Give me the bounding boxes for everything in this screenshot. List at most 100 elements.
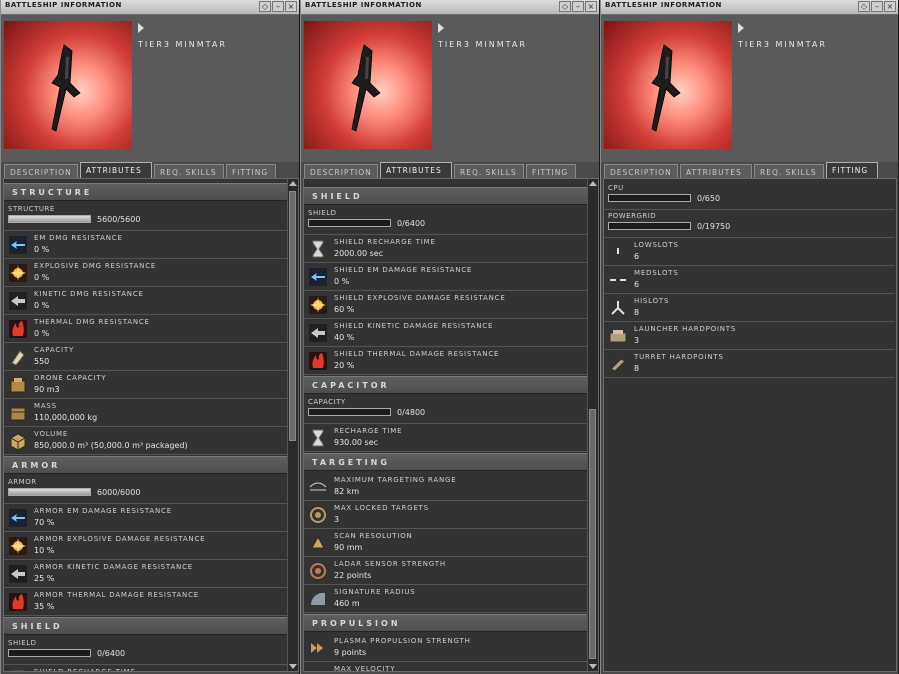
armor-label: ARMOR [8,478,37,486]
ship-portrait [604,21,732,149]
attribute-row[interactable]: SHIELD RECHARGE TIME2000.00 sec [4,665,287,671]
attribute-row[interactable]: ARMOR EXPLOSIVE DAMAGE RESISTANCE 10 % [4,532,287,560]
minimize-button[interactable]: – [572,1,584,12]
close-button[interactable]: × [285,1,297,12]
capacity-icon [11,350,25,366]
scroll-up-icon[interactable] [589,181,597,186]
tab-fitting[interactable]: FITTING [526,164,576,178]
attribute-row[interactable]: PLASMA PROPULSION STRENGTH 9 points [304,634,587,662]
attribute-row[interactable]: THERMAL DMG RESISTANCE 0 % [4,315,287,343]
tab-attributes[interactable]: ATTRIBUTES [380,162,452,179]
info-button[interactable]: ◇ [259,1,271,12]
window-title: BATTLESHIP INFORMATION [5,1,122,9]
window-titlebar[interactable]: BATTLESHIP INFORMATION ◇ – × [301,0,599,15]
tab-attributes[interactable]: ATTRIBUTES [680,164,752,178]
expand-arrow-icon[interactable] [738,23,744,33]
tab-fitting[interactable]: FITTING [226,164,276,178]
attribute-row[interactable]: KINETIC DMG RESISTANCE 0 % [4,287,287,315]
scroll-thumb[interactable] [589,409,596,659]
tab-req-skills[interactable]: REQ. SKILLS [154,164,224,178]
fitting-panel: CPU 0/650 POWERGRID 0/19750 LOWSLOTS 6 MED… [603,178,897,672]
plasma-propulsion-icon [311,643,323,653]
shield-em-damage-resistance-value: 0 % [334,277,350,286]
section-header-armor: ARMOR [4,456,287,474]
shield-kinetic-damage-resistance-label: SHIELD KINETIC DAMAGE RESISTANCE [334,322,494,330]
ship-header: TIER3 MINMTAR [1,15,299,162]
attribute-row[interactable]: MASS 110,000,000 kg [4,399,287,427]
tab-req-skills[interactable]: REQ. SKILLS [454,164,524,178]
medslots-value: 6 [634,280,640,289]
attribute-row[interactable]: ARMOR THERMAL DAMAGE RESISTANCE 35 % [4,588,287,616]
tab-fitting[interactable]: FITTING [826,162,878,179]
attribute-row[interactable]: SCAN RESOLUTION 90 mm [304,529,587,557]
volume-icon [10,433,26,451]
fitting-list: CPU 0/650 POWERGRID 0/19750 LOWSLOTS 6 MED… [604,182,894,378]
em-dmg-resistance-label: EM DMG RESISTANCE [34,234,123,242]
mass-icon [10,407,26,421]
scroll-down-icon[interactable] [589,664,597,669]
armor-bar [8,488,91,496]
shield-em-damage-resistance-label: SHIELD EM DAMAGE RESISTANCE [334,266,473,274]
scan-resolution-icon [311,535,325,549]
shield-recharge-time-label: SHIELD RECHARGE TIME [334,238,436,246]
shield-bar [308,219,391,227]
attribute-row[interactable]: SHIELD KINETIC DAMAGE RESISTANCE 40 % [304,319,587,347]
attribute-row[interactable]: SHIELD THERMAL DAMAGE RESISTANCE 20 % [304,347,587,375]
shield-label: SHIELD [8,639,37,647]
attribute-row[interactable]: HISLOTS 8 [604,294,894,322]
tab-description[interactable]: DESCRIPTION [304,164,378,178]
scrollbar[interactable] [587,179,598,671]
tab-description[interactable]: DESCRIPTION [604,164,678,178]
tab-bar: DESCRIPTION ATTRIBUTES REQ. SKILLS FITTI… [301,162,599,179]
attribute-row[interactable]: MAX VELOCITY130 m/sec [304,662,587,672]
structure-bar [8,215,91,223]
attribute-row[interactable]: VOLUME 850,000.0 m³ (50,000.0 m³ packaged… [4,427,287,455]
attribute-row[interactable]: ARMOR KINETIC DAMAGE RESISTANCE 25 % [4,560,287,588]
info-button[interactable]: ◇ [858,1,870,12]
attribute-row[interactable]: MAXIMUM TARGETING RANGE 82 km [304,473,587,501]
scrollbar[interactable] [287,179,298,671]
close-button[interactable]: × [585,1,597,12]
hourglass-icon [312,429,324,447]
attribute-row[interactable]: MAX LOCKED TARGETS 3 [304,501,587,529]
expand-arrow-icon[interactable] [138,23,144,33]
attribute-row[interactable]: LOWSLOTS 6 [604,238,894,266]
attribute-row[interactable]: SHIELD RECHARGE TIME2000.00 sec [304,235,587,263]
window-titlebar[interactable]: BATTLESHIP INFORMATION ◇ – × [1,0,299,15]
capacity-label: CAPACITY [34,346,75,354]
attribute-row[interactable]: SHIELD EM DAMAGE RESISTANCE 0 % [304,263,587,291]
attributes-panel: SHIELD SHIELD 0/6400 SHIELD RECHARGE TIM… [303,178,599,672]
shield-value: 0/6400 [97,649,126,658]
tab-req-skills[interactable]: REQ. SKILLS [754,164,824,178]
armor-explosive-damage-resistance-label: ARMOR EXPLOSIVE DAMAGE RESISTANCE [34,535,206,543]
attribute-row[interactable]: ARMOR EM DAMAGE RESISTANCE 70 % [4,504,287,532]
scan-resolution-label: SCAN RESOLUTION [334,532,413,540]
attribute-row[interactable]: RECHARGE TIME 930.00 sec [304,424,587,452]
minimize-button[interactable]: – [871,1,883,12]
attribute-row[interactable]: LADAR SENSOR STRENGTH 22 points [304,557,587,585]
hislots-label: HISLOTS [634,297,670,305]
window-titlebar[interactable]: BATTLESHIP INFORMATION ◇ – × [601,0,898,15]
max-velocity-icon [308,666,328,672]
minimize-button[interactable]: – [272,1,284,12]
thermal-damage-icon [9,320,27,338]
attribute-row[interactable]: EM DMG RESISTANCE 0 % [4,231,287,259]
close-button[interactable]: × [884,1,896,12]
info-button[interactable]: ◇ [559,1,571,12]
attribute-row[interactable]: DRONE CAPACITY 90 m3 [4,371,287,399]
tab-description[interactable]: DESCRIPTION [4,164,78,178]
scroll-up-icon[interactable] [289,181,297,186]
max-velocity-label: MAX VELOCITY [334,665,396,672]
attribute-row[interactable]: LAUNCHER HARDPOINTS 3 [604,322,894,350]
scroll-thumb[interactable] [289,191,296,441]
scroll-down-icon[interactable] [289,664,297,669]
attribute-row[interactable]: CAPACITY 550 [4,343,287,371]
attribute-row[interactable]: SIGNATURE RADIUS 460 m [304,585,587,613]
attribute-row[interactable]: MEDSLOTS 6 [604,266,894,294]
attribute-row[interactable]: SHIELD EXPLOSIVE DAMAGE RESISTANCE 60 % [304,291,587,319]
expand-arrow-icon[interactable] [438,23,444,33]
tab-attributes[interactable]: ATTRIBUTES [80,162,152,179]
shield-bar [8,649,91,657]
attribute-row[interactable]: TURRET HARDPOINTS 8 [604,350,894,378]
attribute-row[interactable]: EXPLOSIVE DMG RESISTANCE 0 % [4,259,287,287]
